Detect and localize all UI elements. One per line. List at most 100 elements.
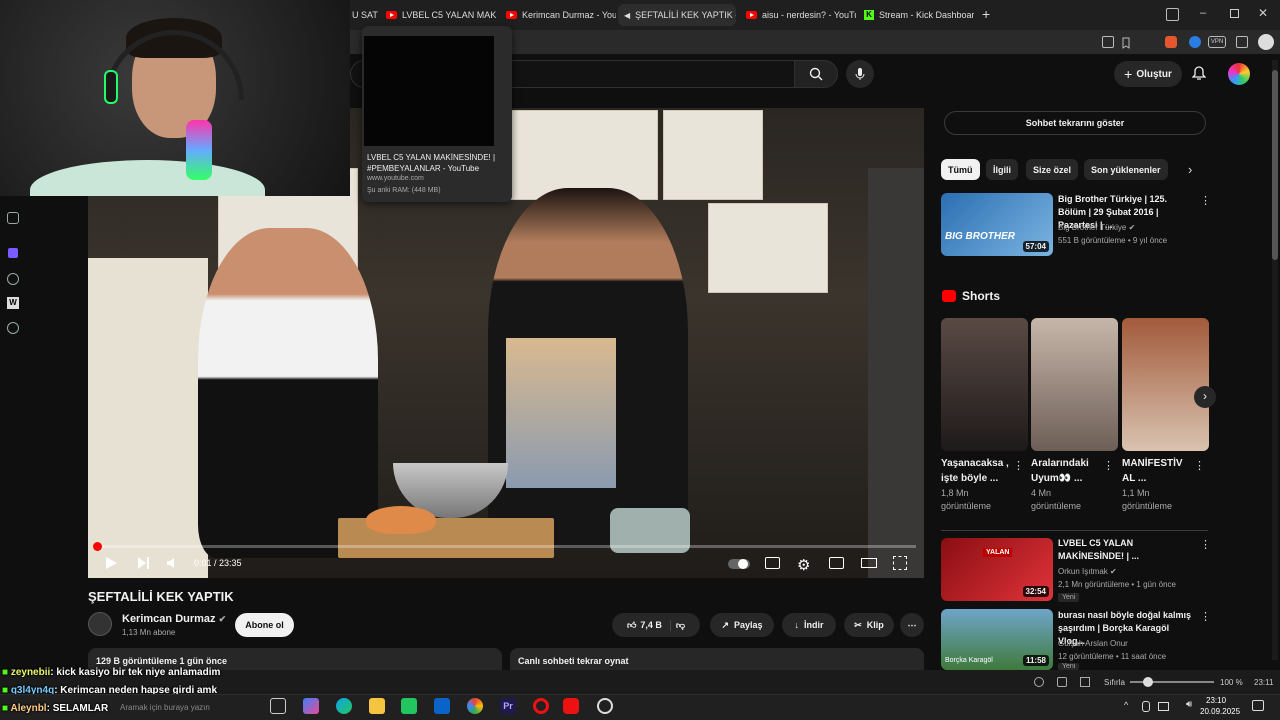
sidebar-messenger-icon[interactable] bbox=[8, 248, 18, 258]
channel-name[interactable]: Kerimcan Durmaz ✔ bbox=[122, 613, 226, 625]
chat-replay-box[interactable]: Canlı sohbeti tekrar oynat bbox=[510, 648, 924, 670]
tray-chevron-icon[interactable]: ^ bbox=[1124, 700, 1128, 710]
new-tab-button[interactable]: + bbox=[982, 6, 990, 22]
related-channel[interactable]: Orkun Işıtmak ✔ bbox=[1058, 565, 1117, 578]
shorts-next-button[interactable]: › bbox=[1194, 386, 1216, 408]
more-actions-button[interactable]: ⋯ bbox=[900, 613, 924, 637]
more-options-icon[interactable]: ⋮ bbox=[1103, 459, 1114, 472]
more-options-icon[interactable]: ⋮ bbox=[1013, 459, 1024, 472]
next-button[interactable] bbox=[136, 556, 150, 573]
edge-icon[interactable] bbox=[336, 698, 352, 714]
short-thumbnail[interactable] bbox=[1031, 318, 1118, 451]
like-button[interactable]: 👍︎ 7,4 B bbox=[627, 619, 671, 631]
notification-center-icon[interactable] bbox=[1252, 700, 1264, 711]
clip-button[interactable]: ✂ Klip bbox=[844, 613, 894, 637]
reader-icon[interactable] bbox=[1102, 36, 1114, 48]
miniplayer-icon[interactable] bbox=[829, 557, 844, 569]
subtitles-icon[interactable] bbox=[765, 557, 780, 569]
subscribe-button[interactable]: Abone ol bbox=[235, 613, 294, 637]
play-button[interactable] bbox=[104, 556, 118, 573]
voice-search-button[interactable] bbox=[846, 60, 874, 88]
show-chat-replay-button[interactable]: Sohbet tekrarını göster bbox=[944, 111, 1206, 135]
related-thumbnail[interactable]: YALAN 32:54 bbox=[941, 538, 1053, 601]
notifications-button[interactable] bbox=[1191, 66, 1207, 84]
related-channel[interactable]: Big Brother Türkiye ✔ bbox=[1058, 221, 1135, 234]
sidebar-globe-icon[interactable] bbox=[7, 273, 19, 285]
browser-tab-active[interactable]: ◀ ŞEFTALİLİ KEK YAPTIK - You bbox=[618, 4, 736, 26]
profile-icon[interactable] bbox=[1258, 34, 1274, 50]
maximize-icon[interactable] bbox=[1230, 9, 1239, 18]
short-title[interactable]: MANİFESTİV AL ... bbox=[1122, 456, 1190, 486]
taskbar-search-input[interactable]: Aramak için buraya yazın bbox=[120, 703, 210, 712]
progress-scrubber[interactable] bbox=[93, 542, 102, 551]
file-explorer-icon[interactable] bbox=[369, 698, 385, 714]
minimize-icon[interactable]: – bbox=[1200, 7, 1206, 19]
chip-related[interactable]: İlgili bbox=[986, 159, 1018, 180]
related-channel[interactable]: Gülşah Arslan Onur bbox=[1058, 637, 1128, 650]
task-view-icon[interactable] bbox=[270, 698, 286, 714]
account-avatar[interactable] bbox=[1228, 63, 1250, 85]
chrome-icon[interactable] bbox=[467, 698, 483, 714]
sidebar-history-icon[interactable] bbox=[7, 212, 19, 224]
progress-bar[interactable] bbox=[96, 545, 916, 548]
short-title[interactable]: Yaşanacaksa , işte böyle ... bbox=[941, 456, 1009, 486]
store-icon[interactable] bbox=[401, 698, 417, 714]
copilot-icon[interactable] bbox=[303, 698, 319, 714]
tray-volume-icon[interactable]: 🔊︎ bbox=[1186, 699, 1192, 710]
short-thumbnail[interactable] bbox=[1122, 318, 1209, 451]
browser-tab[interactable]: K Stream - Kick Dashboard bbox=[858, 4, 974, 26]
chevron-right-icon[interactable]: › bbox=[1188, 162, 1192, 177]
taskbar-date[interactable]: 20.09.2025 bbox=[1200, 707, 1240, 716]
browser-tab[interactable]: aisu - nerdesin? - YouTube bbox=[740, 4, 856, 26]
autoplay-toggle[interactable] bbox=[728, 559, 750, 569]
opera-icon[interactable] bbox=[533, 698, 549, 714]
related-title[interactable]: LVBEL C5 YALAN MAKİNESİNDE! | ... bbox=[1058, 537, 1194, 563]
close-icon[interactable]: ✕ bbox=[1258, 6, 1268, 20]
browser-tab[interactable]: Kerimcan Durmaz - YouTub bbox=[500, 4, 616, 26]
zoom-reset-button[interactable]: Sıfırla bbox=[1104, 678, 1125, 687]
chip-recent[interactable]: Son yüklenenler bbox=[1084, 159, 1168, 180]
premiere-icon[interactable]: Pr bbox=[500, 698, 516, 714]
extension-icon[interactable] bbox=[1165, 36, 1177, 48]
vpn-icon[interactable]: VPN bbox=[1208, 36, 1226, 48]
more-options-icon[interactable]: ⋮ bbox=[1200, 610, 1211, 623]
search-button[interactable] bbox=[794, 60, 838, 88]
taskbar-time[interactable]: 23:10 bbox=[1206, 696, 1226, 705]
tray-network-icon[interactable] bbox=[1158, 702, 1169, 711]
obs-icon[interactable] bbox=[597, 698, 613, 714]
create-button[interactable]: + Oluştur bbox=[1114, 61, 1182, 87]
wallet-icon[interactable] bbox=[1236, 36, 1248, 48]
sidebar-wiki-icon[interactable]: W bbox=[7, 297, 19, 309]
scrollbar-thumb[interactable] bbox=[1272, 70, 1278, 260]
tab-list-icon[interactable] bbox=[1166, 8, 1179, 21]
vivaldi-icon[interactable] bbox=[563, 698, 579, 714]
sync-icon[interactable] bbox=[1057, 677, 1067, 687]
fullscreen-icon[interactable] bbox=[893, 556, 907, 570]
settings-icon[interactable]: ⚙ bbox=[797, 556, 810, 574]
page-icon[interactable] bbox=[1080, 677, 1090, 687]
bookmark-icon[interactable] bbox=[1120, 36, 1132, 49]
browser-tab[interactable]: LVBEL C5 YALAN MAKİNES bbox=[380, 4, 496, 26]
more-options-icon[interactable]: ⋮ bbox=[1194, 459, 1205, 472]
related-thumbnail[interactable]: BIG BROTHER 57:04 bbox=[941, 193, 1053, 256]
capture-icon[interactable] bbox=[1034, 677, 1044, 687]
short-thumbnail[interactable] bbox=[941, 318, 1028, 451]
share-button[interactable]: ↗ Paylaş bbox=[710, 613, 774, 637]
channel-avatar[interactable] bbox=[88, 612, 112, 636]
volume-button[interactable] bbox=[166, 556, 180, 573]
zoom-slider-knob[interactable] bbox=[1143, 677, 1153, 687]
download-button[interactable]: ↓ İndir bbox=[782, 613, 836, 637]
extension-icon[interactable] bbox=[1189, 36, 1201, 48]
sidebar-add-icon[interactable] bbox=[7, 322, 19, 334]
short-title[interactable]: Aralarındaki Uyum👀 ... bbox=[1031, 456, 1099, 486]
chip-for-you[interactable]: Size özel bbox=[1026, 159, 1079, 180]
tray-mic-icon[interactable] bbox=[1142, 701, 1150, 712]
more-options-icon[interactable]: ⋮ bbox=[1200, 194, 1211, 207]
chip-all[interactable]: Tümü bbox=[941, 159, 980, 180]
more-options-icon[interactable]: ⋮ bbox=[1200, 538, 1211, 551]
theater-mode-icon[interactable] bbox=[861, 558, 877, 568]
browser-tab[interactable]: U SAT bbox=[346, 4, 378, 26]
outlook-icon[interactable] bbox=[434, 698, 450, 714]
related-thumbnail[interactable]: Borçka Karagöl 11:58 bbox=[941, 609, 1053, 670]
dislike-button[interactable]: 👎︎ bbox=[676, 620, 685, 631]
